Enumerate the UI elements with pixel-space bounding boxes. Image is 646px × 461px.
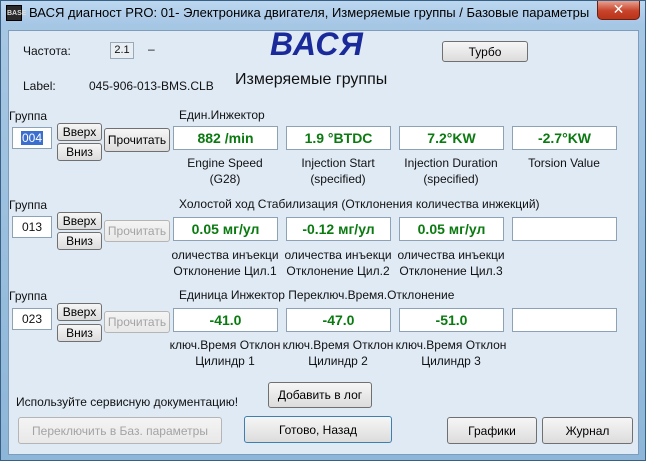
group-up-button[interactable]: Вверх bbox=[57, 212, 102, 230]
value-caption-4: Torsion Value bbox=[528, 156, 600, 170]
value-field-4: -2.7°KW bbox=[512, 126, 617, 150]
value-field-1: -41.0 bbox=[173, 308, 278, 332]
journal-button[interactable]: Журнал bbox=[542, 417, 633, 444]
value-caption-2-line2: (specified) bbox=[310, 172, 366, 186]
value-field-1: 882 /min bbox=[173, 126, 278, 150]
graphs-button[interactable]: Графики bbox=[447, 417, 537, 444]
group-read-button[interactable]: Прочитать bbox=[104, 128, 170, 152]
label-file: 045-906-013-BMS.CLB bbox=[89, 79, 214, 93]
value-field-2: 1.9 °BTDC bbox=[286, 126, 391, 150]
close-button[interactable]: ✕ bbox=[597, 1, 640, 20]
group-read-button[interactable]: Прочитать bbox=[104, 311, 170, 333]
group-number-input[interactable]: 023 bbox=[12, 308, 52, 330]
value-caption-3-line2: (specified) bbox=[423, 172, 479, 186]
group-down-button[interactable]: Вниз bbox=[57, 324, 102, 342]
group-number-input[interactable]: 004 bbox=[12, 127, 52, 149]
add-to-log-button[interactable]: Добавить в лог bbox=[268, 382, 372, 408]
group-down-button[interactable]: Вниз bbox=[57, 232, 102, 250]
value-caption-3: Injection Duration bbox=[404, 156, 498, 170]
group-label: Группа bbox=[9, 289, 48, 303]
app-window: BASE ВАСЯ диагност PRO: 01- Электроника … bbox=[0, 0, 646, 461]
value-caption-3: оличества инъекци bbox=[397, 248, 505, 262]
app-logo: ВАСЯ bbox=[270, 26, 364, 62]
group-up-button[interactable]: Вверх bbox=[57, 303, 102, 321]
value-field-4 bbox=[512, 308, 617, 332]
group-label: Группа bbox=[9, 109, 48, 123]
app-icon: BASE bbox=[6, 5, 26, 21]
close-icon: ✕ bbox=[612, 1, 625, 17]
value-caption-2: оличества инъекци bbox=[284, 248, 392, 262]
value-caption-3-line2: Цилиндр 3 bbox=[421, 354, 481, 368]
service-doc-hint: Используйте сервисную документацию! bbox=[16, 395, 239, 409]
group-title: Холостой ход Стабилизация (Отклонения ко… bbox=[179, 197, 540, 211]
title-bar[interactable]: BASE ВАСЯ диагност PRO: 01- Электроника … bbox=[1, 1, 645, 25]
value-caption-3: ключ.Время Отклон bbox=[395, 338, 507, 352]
value-caption-2-line2: Цилиндр 2 bbox=[308, 354, 368, 368]
value-caption-1: оличества инъекци bbox=[171, 248, 279, 262]
value-field-3: -51.0 bbox=[399, 308, 504, 332]
group-up-button[interactable]: Вверх bbox=[57, 123, 102, 141]
frequency-value: 2.1 bbox=[110, 42, 134, 59]
switch-basic-params-button[interactable]: Переключить в Баз. параметры bbox=[18, 417, 222, 444]
frequency-label: Частота: bbox=[23, 44, 71, 58]
group-title: Единица Инжектор Переключ.Время.Отклонен… bbox=[179, 288, 455, 302]
value-caption-1: Engine Speed bbox=[187, 156, 263, 170]
value-caption-3-line2: Отклонение Цил.3 bbox=[399, 264, 503, 278]
done-back-button[interactable]: Готово, Назад bbox=[244, 416, 392, 443]
value-field-3: 0.05 мг/ул bbox=[399, 217, 504, 241]
value-caption-2: Injection Start bbox=[301, 156, 375, 170]
group-title: Един.Инжектор bbox=[179, 108, 265, 122]
value-field-3: 7.2°KW bbox=[399, 126, 504, 150]
group-number-value: 004 bbox=[20, 131, 44, 145]
value-field-2: -47.0 bbox=[286, 308, 391, 332]
value-caption-1: ключ.Время Отклон bbox=[169, 338, 281, 352]
group-down-button[interactable]: Вниз bbox=[57, 143, 102, 161]
window-title: ВАСЯ диагност PRO: 01- Электроника двига… bbox=[29, 5, 590, 20]
value-caption-2: ключ.Время Отклон bbox=[282, 338, 394, 352]
value-caption-2-line2: Отклонение Цил.2 bbox=[286, 264, 390, 278]
value-field-4 bbox=[512, 217, 617, 241]
group-read-button[interactable]: Прочитать bbox=[104, 220, 170, 242]
value-caption-1-line2: (G28) bbox=[209, 172, 241, 186]
section-title: Измеряемые группы bbox=[235, 71, 388, 88]
value-field-1: 0.05 мг/ул bbox=[173, 217, 278, 241]
turbo-button[interactable]: Турбо bbox=[442, 41, 528, 62]
value-caption-1-line2: Цилиндр 1 bbox=[195, 354, 255, 368]
frequency-dash: – bbox=[148, 42, 155, 56]
main-panel: Частота: 2.1 – ВАСЯ Турбо Label: 045-906… bbox=[8, 26, 639, 455]
group-label: Группа bbox=[9, 198, 48, 212]
value-caption-1-line2: Отклонение Цил.1 bbox=[173, 264, 277, 278]
group-number-input[interactable]: 013 bbox=[12, 216, 52, 238]
value-field-2: -0.12 мг/ул bbox=[286, 217, 391, 241]
label-caption: Label: bbox=[23, 79, 56, 93]
